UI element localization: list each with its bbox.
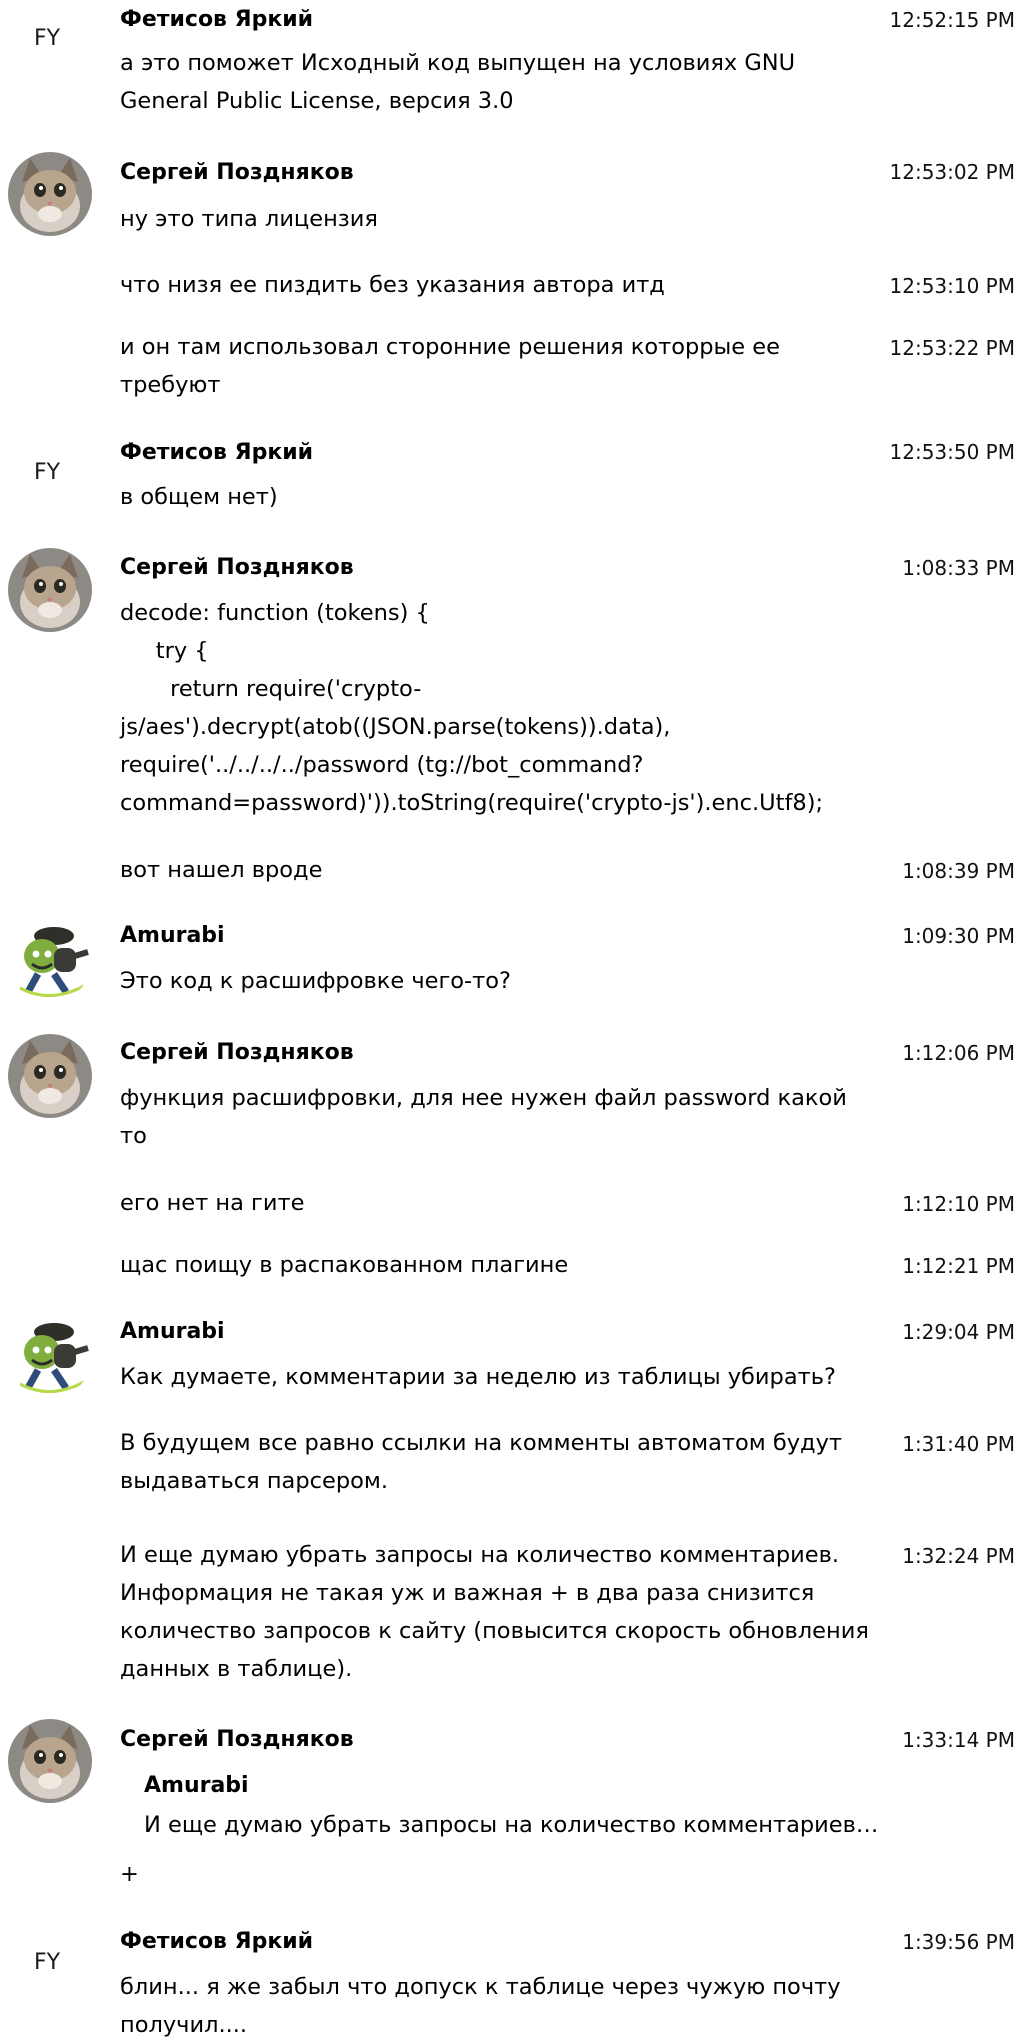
message-time: 1:08:33 PM xyxy=(902,556,1015,580)
avatar-initials[interactable]: FY xyxy=(34,460,60,485)
quote-author[interactable]: Amurabi xyxy=(144,1770,249,1802)
avatar-initials[interactable]: FY xyxy=(34,26,60,51)
cat-avatar-icon xyxy=(8,1719,92,1803)
message-author[interactable]: Фетисов Яркий xyxy=(120,437,313,469)
message-time: 12:53:10 PM xyxy=(889,274,1016,298)
message-text: блин... я же забыл что допуск к таблице … xyxy=(120,1974,841,2038)
message-text: щас поищу в распакованном плагине xyxy=(120,1252,569,1278)
message-author[interactable]: Сергей Поздняков xyxy=(120,1724,354,1756)
message-time: 1:31:40 PM xyxy=(902,1432,1015,1456)
message-time: 1:12:21 PM xyxy=(902,1254,1015,1278)
quote-text[interactable]: И еще думаю убрать запросы на количество… xyxy=(144,1806,884,1844)
message-time: 12:52:15 PM xyxy=(889,8,1016,32)
message-time: 1:08:39 PM xyxy=(902,859,1015,883)
message-text: вот нашел вроде xyxy=(120,857,323,883)
message-text: и он там использовал сторонние решения к… xyxy=(120,334,780,398)
message-time: 12:53:50 PM xyxy=(889,440,1016,464)
cat-avatar-icon xyxy=(8,152,92,236)
character-avatar-icon xyxy=(8,1314,92,1398)
avatar[interactable] xyxy=(8,1314,92,1398)
message-text: ну это типа лицензия xyxy=(120,206,378,232)
message-text: а это поможет Исходный код выпущен на ус… xyxy=(120,50,796,114)
message-author[interactable]: Сергей Поздняков xyxy=(120,552,354,584)
message-text: И еще думаю убрать запросы на количество… xyxy=(120,1542,869,1682)
message-text: что низя ее пиздить без указания автора … xyxy=(120,272,665,298)
message-time: 1:29:04 PM xyxy=(902,1320,1015,1344)
message-text: функция расшифровки, для нее нужен файл … xyxy=(120,1085,847,1149)
message-time: 1:12:06 PM xyxy=(902,1041,1015,1065)
message-author[interactable]: Фетисов Яркий xyxy=(120,4,313,36)
cat-avatar-icon xyxy=(8,548,92,632)
message-time: 12:53:02 PM xyxy=(889,160,1016,184)
message-author[interactable]: Сергей Поздняков xyxy=(120,1037,354,1069)
message-text: его нет на гите xyxy=(120,1190,305,1216)
message-author[interactable]: Сергей Поздняков xyxy=(120,157,354,189)
message-time: 1:32:24 PM xyxy=(902,1544,1015,1568)
message-time: 1:12:10 PM xyxy=(902,1192,1015,1216)
message-time: 1:09:30 PM xyxy=(902,924,1015,948)
avatar[interactable] xyxy=(8,1719,92,1803)
message-text: в общем нет) xyxy=(120,484,278,510)
avatar[interactable] xyxy=(8,918,92,1002)
character-avatar-icon xyxy=(8,918,92,1002)
avatar[interactable] xyxy=(8,152,92,236)
message-author[interactable]: Фетисов Яркий xyxy=(120,1926,313,1958)
message-time: 1:39:56 PM xyxy=(902,1930,1015,1954)
message-text: В будущем все равно ссылки на комменты а… xyxy=(120,1430,843,1494)
message-text: decode: function (tokens) { try { return… xyxy=(120,600,824,816)
message-time: 1:33:14 PM xyxy=(902,1728,1015,1752)
message-text: + xyxy=(120,1861,139,1887)
message-author[interactable]: Amurabi xyxy=(120,920,225,952)
message-text: Как думаете, комментарии за неделю из та… xyxy=(120,1364,836,1390)
cat-avatar-icon xyxy=(8,1034,92,1118)
avatar[interactable] xyxy=(8,1034,92,1118)
message-time: 12:53:22 PM xyxy=(889,336,1016,360)
message-author[interactable]: Amurabi xyxy=(120,1316,225,1348)
avatar[interactable] xyxy=(8,548,92,632)
avatar-initials[interactable]: FY xyxy=(34,1950,60,1975)
message-text: Это код к расшифровке чего-то? xyxy=(120,968,511,994)
